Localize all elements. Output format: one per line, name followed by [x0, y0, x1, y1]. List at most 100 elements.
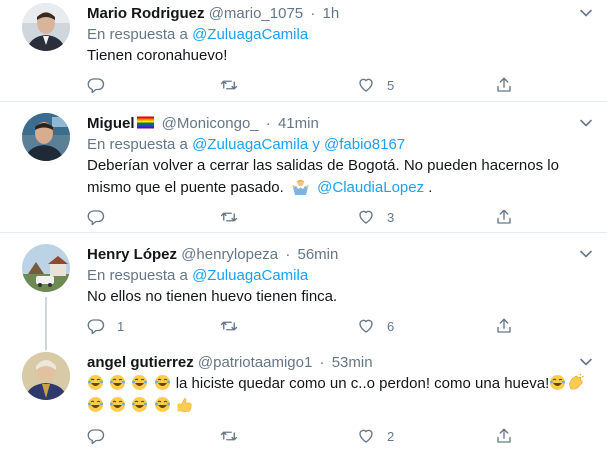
- retweet-button[interactable]: [220, 425, 238, 447]
- avatar[interactable]: [22, 3, 70, 51]
- reply-prefix: En respuesta a: [87, 26, 188, 43]
- chevron-down-icon[interactable]: [579, 6, 593, 20]
- reply-button[interactable]: [87, 74, 117, 96]
- share-button[interactable]: [495, 74, 513, 96]
- retweet-icon: [220, 321, 238, 331]
- heart-icon: [359, 78, 373, 92]
- reply-button[interactable]: [87, 425, 117, 447]
- user-name[interactable]: Henry López: [87, 246, 177, 263]
- reply-context: En respuesta a @ZuluagaCamila: [87, 25, 308, 45]
- tweet-text: Tienen coronahuevo!: [87, 47, 228, 64]
- chevron-down-icon[interactable]: [579, 116, 593, 130]
- share-button[interactable]: [495, 206, 513, 228]
- thread-line: [45, 297, 47, 340]
- retweet-button[interactable]: [220, 315, 238, 337]
- timestamp[interactable]: 41min: [278, 115, 319, 132]
- laughing-emoji: [131, 374, 148, 391]
- avatar[interactable]: [22, 352, 70, 400]
- reply-mention-link[interactable]: @ZuluagaCamila: [192, 26, 308, 43]
- reply-icon: [87, 429, 105, 445]
- reply-icon: [87, 319, 105, 335]
- like-count: 3: [387, 209, 395, 225]
- laughing-emoji: [131, 396, 148, 413]
- separator-dot: ·: [310, 5, 316, 22]
- timestamp[interactable]: 1h: [322, 5, 339, 22]
- separator-dot: ·: [265, 115, 271, 132]
- reply-prefix: En respuesta a: [87, 267, 188, 284]
- tweet-text-body: la hiciste quedar como un c..o perdon! c…: [175, 375, 550, 392]
- action-bar: 2: [87, 425, 517, 447]
- tweet-mario[interactable]: Mario Rodriguez @mario_1075 · 1h En resp…: [0, 0, 607, 101]
- thumbs-up-emoji: [176, 396, 193, 413]
- like-button[interactable]: 3: [357, 206, 394, 228]
- tweet-text: No ellos no tienen huevo tienen finca.: [87, 288, 338, 305]
- chevron-down-icon[interactable]: [579, 355, 593, 369]
- laughing-emoji: [549, 374, 566, 391]
- laughing-emoji: [154, 374, 171, 391]
- laughing-emoji: [109, 396, 126, 413]
- tweet-text: la hiciste quedar como un c..o perdon! c…: [87, 373, 597, 417]
- tweet-header: Miguel @Monicongo_ · 41min: [87, 114, 319, 134]
- user-handle[interactable]: @Monicongo_: [162, 115, 259, 132]
- reply-mention-link[interactable]: @ZuluagaCamila: [192, 267, 308, 284]
- tweet-text-line2: mismo que el puente pasado.: [87, 179, 284, 196]
- tweet-text-line1: Deberían volver a cerrar las salidas de …: [87, 157, 559, 174]
- separator-dot: ·: [319, 354, 325, 371]
- retweet-icon: [220, 80, 238, 90]
- share-icon: [497, 428, 511, 443]
- user-name[interactable]: Miguel: [87, 115, 135, 132]
- retweet-icon: [220, 431, 238, 441]
- reply-icon: [87, 210, 105, 226]
- thread-line: [45, 340, 47, 350]
- share-icon: [497, 318, 511, 333]
- share-button[interactable]: [495, 315, 513, 337]
- avatar[interactable]: [22, 244, 70, 292]
- timestamp[interactable]: 53min: [332, 354, 373, 371]
- like-button[interactable]: 5: [357, 74, 394, 96]
- laughing-emoji-group: [87, 397, 194, 414]
- laughing-emoji: [109, 374, 126, 391]
- retweet-icon: [220, 212, 238, 222]
- reply-icon: [87, 78, 105, 94]
- reply-context: En respuesta a @ZuluagaCamila y @fabio81…: [87, 135, 405, 155]
- share-button[interactable]: [495, 425, 513, 447]
- user-handle[interactable]: @henrylopeza: [181, 246, 278, 263]
- like-count: 2: [387, 428, 395, 444]
- reply-mention-link[interactable]: @ZuluagaCamila y @fabio8167: [192, 136, 405, 153]
- tweet-miguel[interactable]: Miguel @Monicongo_ · 41min En respuesta …: [0, 102, 607, 232]
- mention-link[interactable]: @ClaudiaLopez: [317, 179, 424, 196]
- reply-button[interactable]: 1: [87, 315, 124, 337]
- user-handle[interactable]: @patriotaamigo1: [198, 354, 312, 371]
- rainbow-flag-icon: [136, 115, 154, 129]
- heart-icon: [359, 319, 373, 333]
- user-handle[interactable]: @mario_1075: [209, 5, 303, 22]
- laughing-emoji-group: [87, 375, 176, 392]
- laughing-emoji: [154, 396, 171, 413]
- avatar[interactable]: [22, 113, 70, 161]
- laughing-emoji: [87, 396, 104, 413]
- reply-button[interactable]: [87, 206, 117, 228]
- retweet-button[interactable]: [220, 206, 238, 228]
- action-bar: 3: [87, 206, 517, 228]
- reply-count: 1: [117, 318, 125, 334]
- chevron-down-icon[interactable]: [579, 247, 593, 261]
- share-icon: [497, 209, 511, 224]
- timestamp[interactable]: 56min: [297, 246, 338, 263]
- tweet-text: Deberían volver a cerrar las salidas de …: [87, 155, 597, 199]
- tweet-angel[interactable]: angel gutierrez @patriotaamigo1 · 53min …: [0, 340, 607, 453]
- tweet-text-end: .: [428, 179, 433, 196]
- like-button[interactable]: 2: [357, 425, 394, 447]
- like-count: 6: [387, 318, 395, 334]
- like-button[interactable]: 6: [357, 315, 394, 337]
- separator-dot: ·: [285, 246, 291, 263]
- like-count: 5: [387, 77, 395, 93]
- user-name[interactable]: Mario Rodriguez: [87, 5, 205, 22]
- retweet-button[interactable]: [220, 74, 238, 96]
- tweet-header: angel gutierrez @patriotaamigo1 · 53min: [87, 353, 373, 373]
- laughing-emoji: [87, 374, 104, 391]
- tweet-header: Mario Rodriguez @mario_1075 · 1h: [87, 4, 339, 24]
- user-name[interactable]: angel gutierrez: [87, 354, 194, 371]
- tweet-henry[interactable]: Henry López @henrylopeza · 56min En resp…: [0, 233, 607, 340]
- reply-context: En respuesta a @ZuluagaCamila: [87, 266, 308, 286]
- person-shrugging-emoji: [292, 178, 309, 195]
